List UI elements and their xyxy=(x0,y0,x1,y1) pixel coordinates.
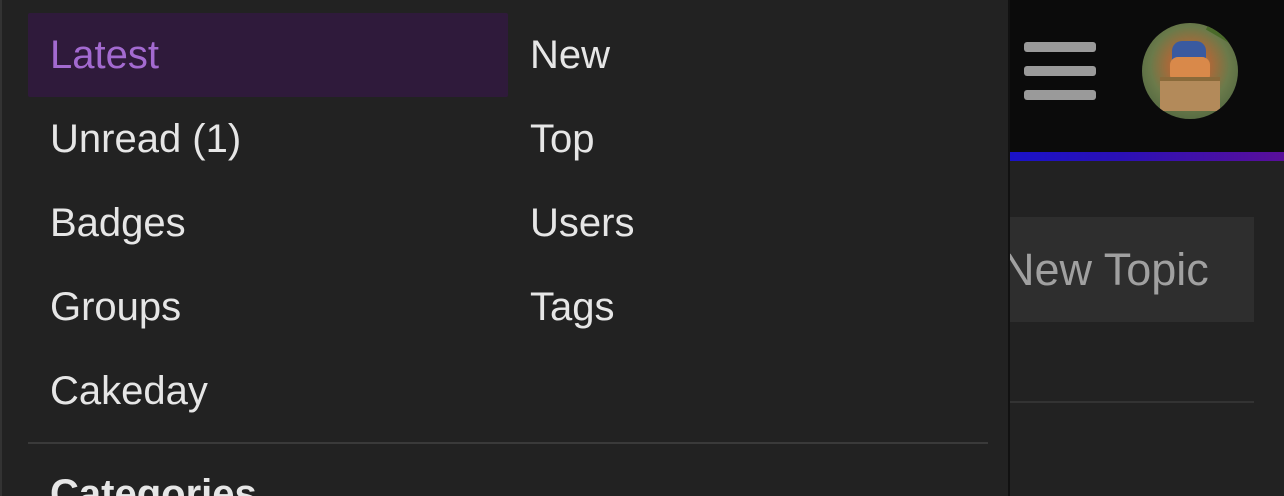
new-topic-button[interactable]: New Topic xyxy=(1010,217,1254,322)
menu-item-tags[interactable]: Tags xyxy=(508,265,988,349)
menu-item-new[interactable]: New xyxy=(508,13,988,97)
panel-divider xyxy=(28,442,988,444)
header-accent-stripe xyxy=(1010,152,1284,161)
menu-item-cakeday[interactable]: Cakeday xyxy=(28,349,508,433)
user-avatar[interactable] xyxy=(1142,23,1238,119)
menu-item-top[interactable]: Top xyxy=(508,97,988,181)
navigation-dropdown-panel: Latest Unread (1) Badges Groups Cakeday … xyxy=(0,0,1010,496)
hamburger-menu-icon[interactable] xyxy=(1024,40,1096,104)
menu-item-latest[interactable]: Latest xyxy=(28,13,508,97)
categories-heading: Categories xyxy=(50,472,257,496)
new-topic-label: New Topic xyxy=(1010,244,1209,295)
menu-item-unread[interactable]: Unread (1) xyxy=(28,97,508,181)
menu-item-users[interactable]: Users xyxy=(508,181,988,265)
list-divider xyxy=(1010,401,1254,403)
menu-item-groups[interactable]: Groups xyxy=(28,265,508,349)
menu-item-badges[interactable]: Badges xyxy=(28,181,508,265)
